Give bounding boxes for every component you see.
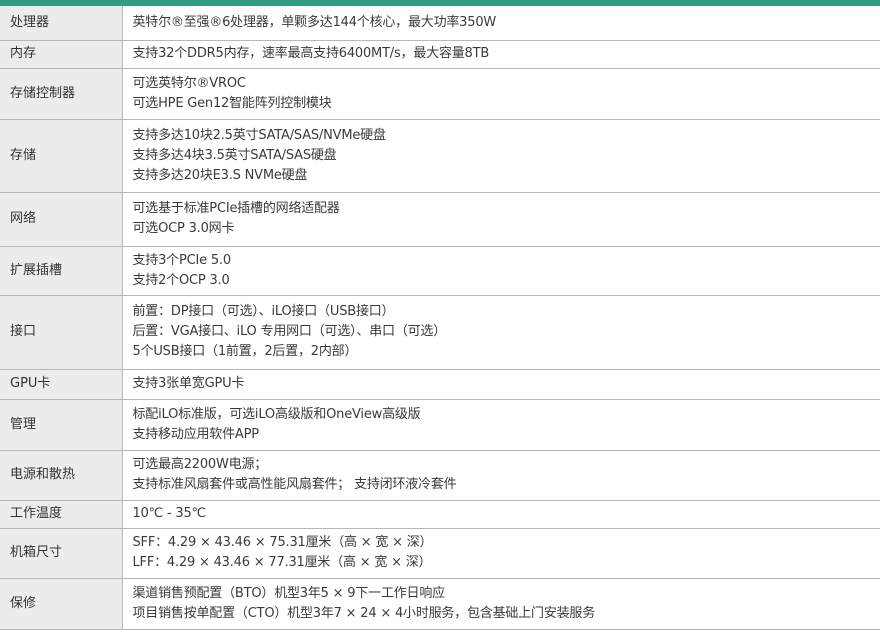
value-line: 支持移动应用软件APP bbox=[132, 426, 260, 442]
row-value: 10℃ - 35℃ bbox=[122, 500, 880, 529]
row-label: 接口 bbox=[0, 295, 123, 370]
row-value: 标配iLO标准版，可选iLO高级版和OneView高级版 支持移动应用软件APP bbox=[122, 399, 880, 451]
row-value: 可选基于标准PCIe插槽的网络适配器 可选OCP 3.0网卡 bbox=[122, 192, 880, 247]
row-label: 处理器 bbox=[0, 6, 123, 41]
row-value: 可选英特尔®VROC 可选HPE Gen12智能阵列控制模块 bbox=[122, 68, 880, 120]
row-label: 保修 bbox=[0, 578, 123, 630]
value-line: 后置：VGA接口、iLO 专用网口（可选）、串口（可选） bbox=[132, 324, 447, 339]
spec-row-power-cooling: 电源和散热 可选最高2200W电源； 支持标准风扇套件或高性能风扇套件； 支持闭… bbox=[0, 450, 880, 501]
value-line: 支持多达20块E3.S NVMe硬盘 bbox=[132, 167, 308, 183]
spec-row-ports: 接口 前置：DP接口（可选）、iLO接口（USB接口） 后置：VGA接口、iLO… bbox=[0, 295, 880, 370]
value-line: LFF：4.29 × 43.46 × 77.31厘米（高 × 宽 × 深） bbox=[132, 555, 432, 570]
row-label: 扩展插槽 bbox=[0, 246, 123, 296]
spec-row-gpu: GPU卡 支持3张单宽GPU卡 bbox=[0, 369, 880, 400]
value-line: 支持3个PCIe 5.0 bbox=[132, 252, 232, 268]
spec-row-network: 网络 可选基于标准PCIe插槽的网络适配器 可选OCP 3.0网卡 bbox=[0, 192, 880, 247]
value-line: 支持多达10块2.5英寸SATA/SAS/NVMe硬盘 bbox=[132, 127, 386, 143]
row-value: 支持3张单宽GPU卡 bbox=[122, 369, 880, 400]
value-line: 前置：DP接口（可选）、iLO接口（USB接口） bbox=[132, 304, 395, 319]
row-value: 可选最高2200W电源； 支持标准风扇套件或高性能风扇套件； 支持闭环液冷套件 bbox=[122, 450, 880, 501]
spec-row-warranty: 保修 渠道销售预配置（BTO）机型3年5 × 9下一工作日响应 项目销售按单配置… bbox=[0, 578, 880, 630]
row-value: 支持32个DDR5内存，速率最高支持6400MT/s，最大容量8TB bbox=[122, 40, 880, 69]
value-line: 可选基于标准PCIe插槽的网络适配器 bbox=[132, 201, 340, 216]
value-line: 可选最高2200W电源； bbox=[132, 457, 268, 472]
value-line: 支持标准风扇套件或高性能风扇套件； 支持闭环液冷套件 bbox=[132, 477, 457, 492]
value-line: 项目销售按单配置（CTO）机型3年7 × 24 × 4小时服务，包含基础上门安装… bbox=[132, 605, 596, 621]
value-line: 可选HPE Gen12智能阵列控制模块 bbox=[132, 95, 332, 111]
spec-row-operating-temp: 工作温度 10℃ - 35℃ bbox=[0, 500, 880, 529]
spec-table-body: 处理器 英特尔®至强®6处理器，单颗多达144个核心，最大功率350W 内存 支… bbox=[0, 6, 880, 630]
value-line: 10℃ - 35℃ bbox=[132, 506, 207, 521]
row-label: 机箱尺寸 bbox=[0, 528, 123, 579]
value-line: 支持3张单宽GPU卡 bbox=[132, 376, 245, 391]
row-value: 支持3个PCIe 5.0 支持2个OCP 3.0 bbox=[122, 246, 880, 296]
row-label: GPU卡 bbox=[0, 369, 123, 400]
spec-row-memory: 内存 支持32个DDR5内存，速率最高支持6400MT/s，最大容量8TB bbox=[0, 40, 880, 69]
value-line: 标配iLO标准版，可选iLO高级版和OneView高级版 bbox=[132, 406, 421, 422]
value-line: 支持2个OCP 3.0 bbox=[132, 272, 230, 288]
spec-row-storage-controller: 存储控制器 可选英特尔®VROC 可选HPE Gen12智能阵列控制模块 bbox=[0, 68, 880, 120]
spec-row-management: 管理 标配iLO标准版，可选iLO高级版和OneView高级版 支持移动应用软件… bbox=[0, 399, 880, 451]
value-line: 支持多达4块3.5英寸SATA/SAS硬盘 bbox=[132, 147, 337, 163]
row-value: 前置：DP接口（可选）、iLO接口（USB接口） 后置：VGA接口、iLO 专用… bbox=[122, 295, 880, 370]
spec-row-chassis-size: 机箱尺寸 SFF：4.29 × 43.46 × 75.31厘米（高 × 宽 × … bbox=[0, 528, 880, 579]
row-value: 英特尔®至强®6处理器，单颗多达144个核心，最大功率350W bbox=[122, 6, 880, 41]
value-line: 5个USB接口（1前置，2后置，2内部） bbox=[132, 344, 358, 359]
value-line: 支持32个DDR5内存，速率最高支持6400MT/s，最大容量8TB bbox=[132, 46, 490, 61]
row-value: SFF：4.29 × 43.46 × 75.31厘米（高 × 宽 × 深） LF… bbox=[122, 528, 880, 579]
value-line: SFF：4.29 × 43.46 × 75.31厘米（高 × 宽 × 深） bbox=[132, 535, 433, 550]
row-label: 存储控制器 bbox=[0, 68, 123, 120]
row-value: 渠道销售预配置（BTO）机型3年5 × 9下一工作日响应 项目销售按单配置（CT… bbox=[122, 578, 880, 630]
row-label: 电源和散热 bbox=[0, 450, 123, 501]
row-label: 工作温度 bbox=[0, 500, 123, 529]
spec-row-cpu: 处理器 英特尔®至强®6处理器，单颗多达144个核心，最大功率350W bbox=[0, 6, 880, 41]
value-line: 可选OCP 3.0网卡 bbox=[132, 221, 235, 236]
row-label: 存储 bbox=[0, 119, 123, 193]
row-label: 网络 bbox=[0, 192, 123, 247]
row-label: 内存 bbox=[0, 40, 123, 69]
value-line: 英特尔®至强®6处理器，单颗多达144个核心，最大功率350W bbox=[132, 14, 497, 30]
row-label: 管理 bbox=[0, 399, 123, 451]
spec-row-storage: 存储 支持多达10块2.5英寸SATA/SAS/NVMe硬盘 支持多达4块3.5… bbox=[0, 119, 880, 193]
value-line: 渠道销售预配置（BTO）机型3年5 × 9下一工作日响应 bbox=[132, 585, 446, 601]
row-value: 支持多达10块2.5英寸SATA/SAS/NVMe硬盘 支持多达4块3.5英寸S… bbox=[122, 119, 880, 193]
spec-table: 处理器 英特尔®至强®6处理器，单颗多达144个核心，最大功率350W 内存 支… bbox=[0, 6, 880, 630]
value-line: 可选英特尔®VROC bbox=[132, 75, 246, 91]
spec-row-expansion-slots: 扩展插槽 支持3个PCIe 5.0 支持2个OCP 3.0 bbox=[0, 246, 880, 296]
